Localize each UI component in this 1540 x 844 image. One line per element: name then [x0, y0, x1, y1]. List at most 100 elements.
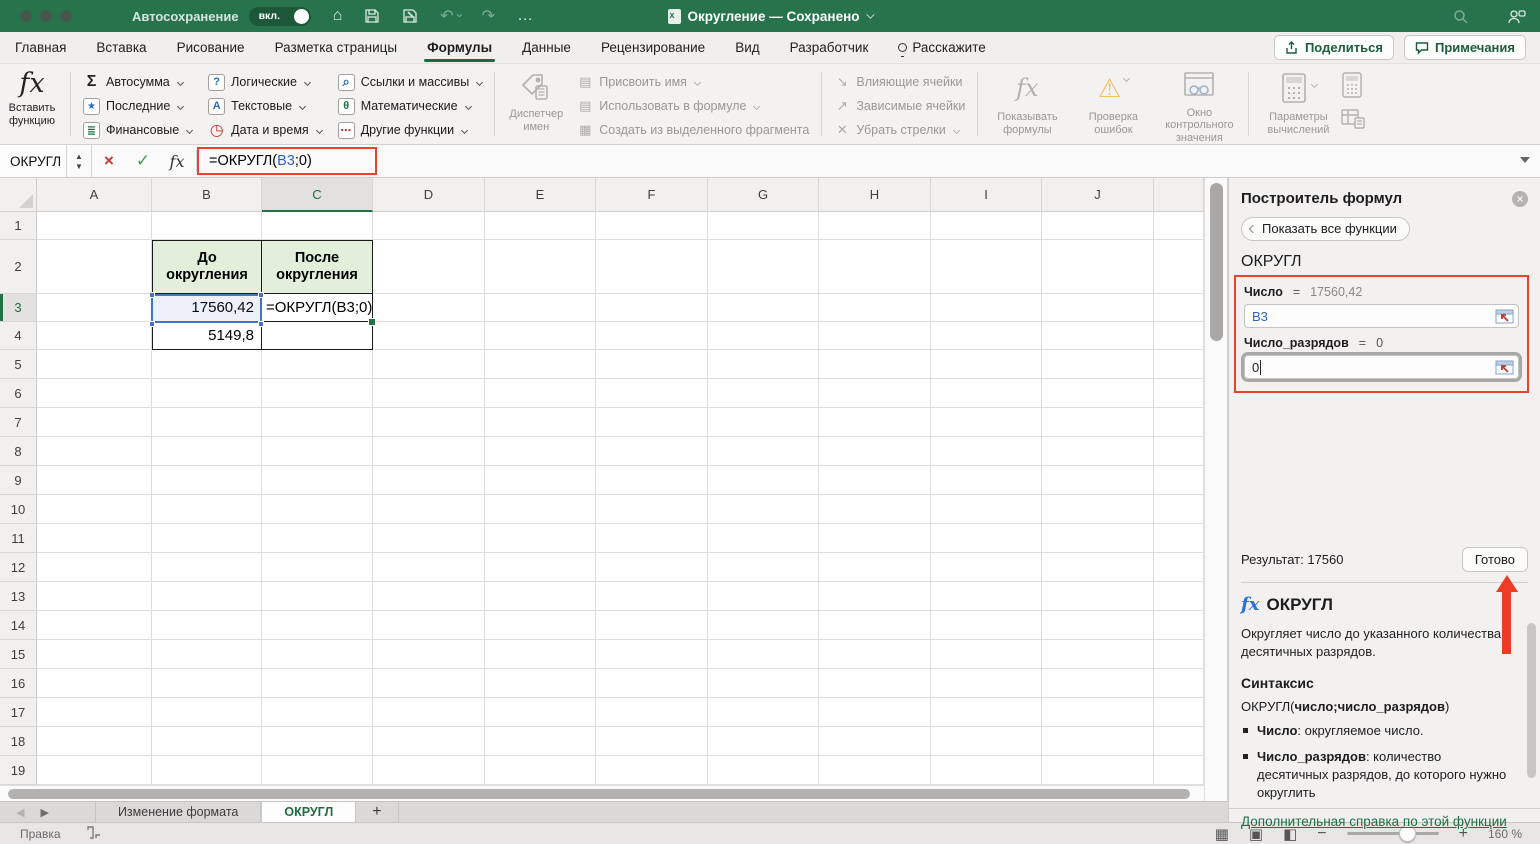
cell-I16[interactable]: [931, 669, 1042, 698]
tab-Рецензирование[interactable]: Рецензирование: [600, 35, 706, 60]
cell-x10[interactable]: [1154, 495, 1204, 524]
tab-Вставка[interactable]: Вставка: [95, 35, 147, 60]
cell-E5[interactable]: [485, 350, 596, 379]
tab-Главная[interactable]: Главная: [14, 35, 67, 60]
arg2-input[interactable]: 0: [1244, 355, 1519, 379]
cell-I10[interactable]: [931, 495, 1042, 524]
row-header-4[interactable]: 4: [0, 322, 37, 350]
row-header-14[interactable]: 14: [0, 611, 37, 640]
comments-button[interactable]: Примечания: [1404, 35, 1526, 60]
cell-E13[interactable]: [485, 582, 596, 611]
cell-E14[interactable]: [485, 611, 596, 640]
category-Логические[interactable]: ?Логические: [202, 70, 328, 94]
cell-I15[interactable]: [931, 640, 1042, 669]
cell-B12[interactable]: [152, 553, 262, 582]
row-header-11[interactable]: 11: [0, 524, 37, 553]
cell-G5[interactable]: [708, 350, 819, 379]
window-minimize-button[interactable]: [40, 10, 52, 22]
cell-F16[interactable]: [596, 669, 708, 698]
calculate-now-icon[interactable]: [1341, 72, 1365, 103]
expand-formula-bar-icon[interactable]: [1520, 157, 1530, 163]
cell-B1[interactable]: [152, 212, 262, 240]
cell-D10[interactable]: [373, 495, 485, 524]
cell-H14[interactable]: [819, 611, 931, 640]
column-header-H[interactable]: H: [819, 178, 931, 212]
cell-H17[interactable]: [819, 698, 931, 727]
cell-E11[interactable]: [485, 524, 596, 553]
button-Окно контрольного значения[interactable]: Окно контрольного значения: [1156, 64, 1242, 144]
cell-B8[interactable]: [152, 437, 262, 466]
cell-B10[interactable]: [152, 495, 262, 524]
tab-Данные[interactable]: Данные: [521, 35, 572, 60]
sheet-tab-ОКРУГЛ[interactable]: ОКРУГЛ: [261, 802, 356, 822]
cell-B5[interactable]: [152, 350, 262, 379]
cell-I8[interactable]: [931, 437, 1042, 466]
tab-Расскажите[interactable]: Расскажите: [897, 35, 986, 60]
cell-C11[interactable]: [262, 524, 373, 553]
cell-C19[interactable]: [262, 756, 373, 785]
confirm-entry-icon[interactable]: ✓: [126, 151, 160, 171]
cell-B14[interactable]: [152, 611, 262, 640]
column-header-I[interactable]: I: [931, 178, 1042, 212]
cell-x1[interactable]: [1154, 212, 1204, 240]
define-Создать из выделенного фрагмента[interactable]: ▦Создать из выделенного фрагмента: [571, 118, 815, 142]
name-box[interactable]: ОКРУГЛ: [0, 145, 66, 177]
cell-G3[interactable]: [708, 294, 819, 322]
cell-E19[interactable]: [485, 756, 596, 785]
row-header-12[interactable]: 12: [0, 553, 37, 582]
cell-C10[interactable]: [262, 495, 373, 524]
cell-J7[interactable]: [1042, 408, 1154, 437]
cell-G9[interactable]: [708, 466, 819, 495]
audit-Влияющие ячейки[interactable]: ↘Влияющие ячейки: [828, 70, 971, 94]
cell-A15[interactable]: [37, 640, 152, 669]
people-share-icon[interactable]: [1508, 9, 1526, 24]
row-header-2[interactable]: 2: [0, 240, 37, 294]
tab-Рисование[interactable]: Рисование: [176, 35, 246, 60]
cell-E10[interactable]: [485, 495, 596, 524]
row-header-1[interactable]: 1: [0, 212, 37, 240]
normal-view-icon[interactable]: ▦: [1215, 825, 1229, 843]
cell-D5[interactable]: [373, 350, 485, 379]
column-header-D[interactable]: D: [373, 178, 485, 212]
cell-D1[interactable]: [373, 212, 485, 240]
row-header-7[interactable]: 7: [0, 408, 37, 437]
audit-Зависимые ячейки[interactable]: ↗Зависимые ячейки: [828, 94, 971, 118]
cell-C16[interactable]: [262, 669, 373, 698]
cell-J19[interactable]: [1042, 756, 1154, 785]
cell-x6[interactable]: [1154, 379, 1204, 408]
cell-H5[interactable]: [819, 350, 931, 379]
close-panel-icon[interactable]: ×: [1512, 191, 1528, 207]
cell-G12[interactable]: [708, 553, 819, 582]
cell-E8[interactable]: [485, 437, 596, 466]
name-box-stepper[interactable]: ▲▼: [66, 145, 92, 177]
cell-D18[interactable]: [373, 727, 485, 756]
search-icon[interactable]: [1453, 9, 1468, 24]
save-icon[interactable]: [364, 8, 380, 24]
cell-G14[interactable]: [708, 611, 819, 640]
cell-H15[interactable]: [819, 640, 931, 669]
cell-F10[interactable]: [596, 495, 708, 524]
cell-C1[interactable]: [262, 212, 373, 240]
column-header-partial[interactable]: [1154, 178, 1204, 212]
cell-x9[interactable]: [1154, 466, 1204, 495]
cell-H1[interactable]: [819, 212, 931, 240]
autosave-toggle[interactable]: вкл.: [249, 7, 311, 26]
row-header-15[interactable]: 15: [0, 640, 37, 669]
cell-B2[interactable]: Доокругления: [152, 240, 262, 294]
cell-G2[interactable]: [708, 240, 819, 294]
cell-I9[interactable]: [931, 466, 1042, 495]
vertical-scrollbar-thumb[interactable]: [1210, 183, 1223, 341]
cell-C8[interactable]: [262, 437, 373, 466]
cell-H7[interactable]: [819, 408, 931, 437]
name-manager-button[interactable]: Диспетчер имен: [501, 64, 571, 144]
cell-C2[interactable]: Послеокругления: [262, 240, 373, 294]
cell-x19[interactable]: [1154, 756, 1204, 785]
category-Последние[interactable]: ★Последние: [77, 94, 198, 118]
cell-I6[interactable]: [931, 379, 1042, 408]
cell-D13[interactable]: [373, 582, 485, 611]
cell-H9[interactable]: [819, 466, 931, 495]
cell-x18[interactable]: [1154, 727, 1204, 756]
column-header-F[interactable]: F: [596, 178, 708, 212]
cell-H8[interactable]: [819, 437, 931, 466]
cell-F7[interactable]: [596, 408, 708, 437]
